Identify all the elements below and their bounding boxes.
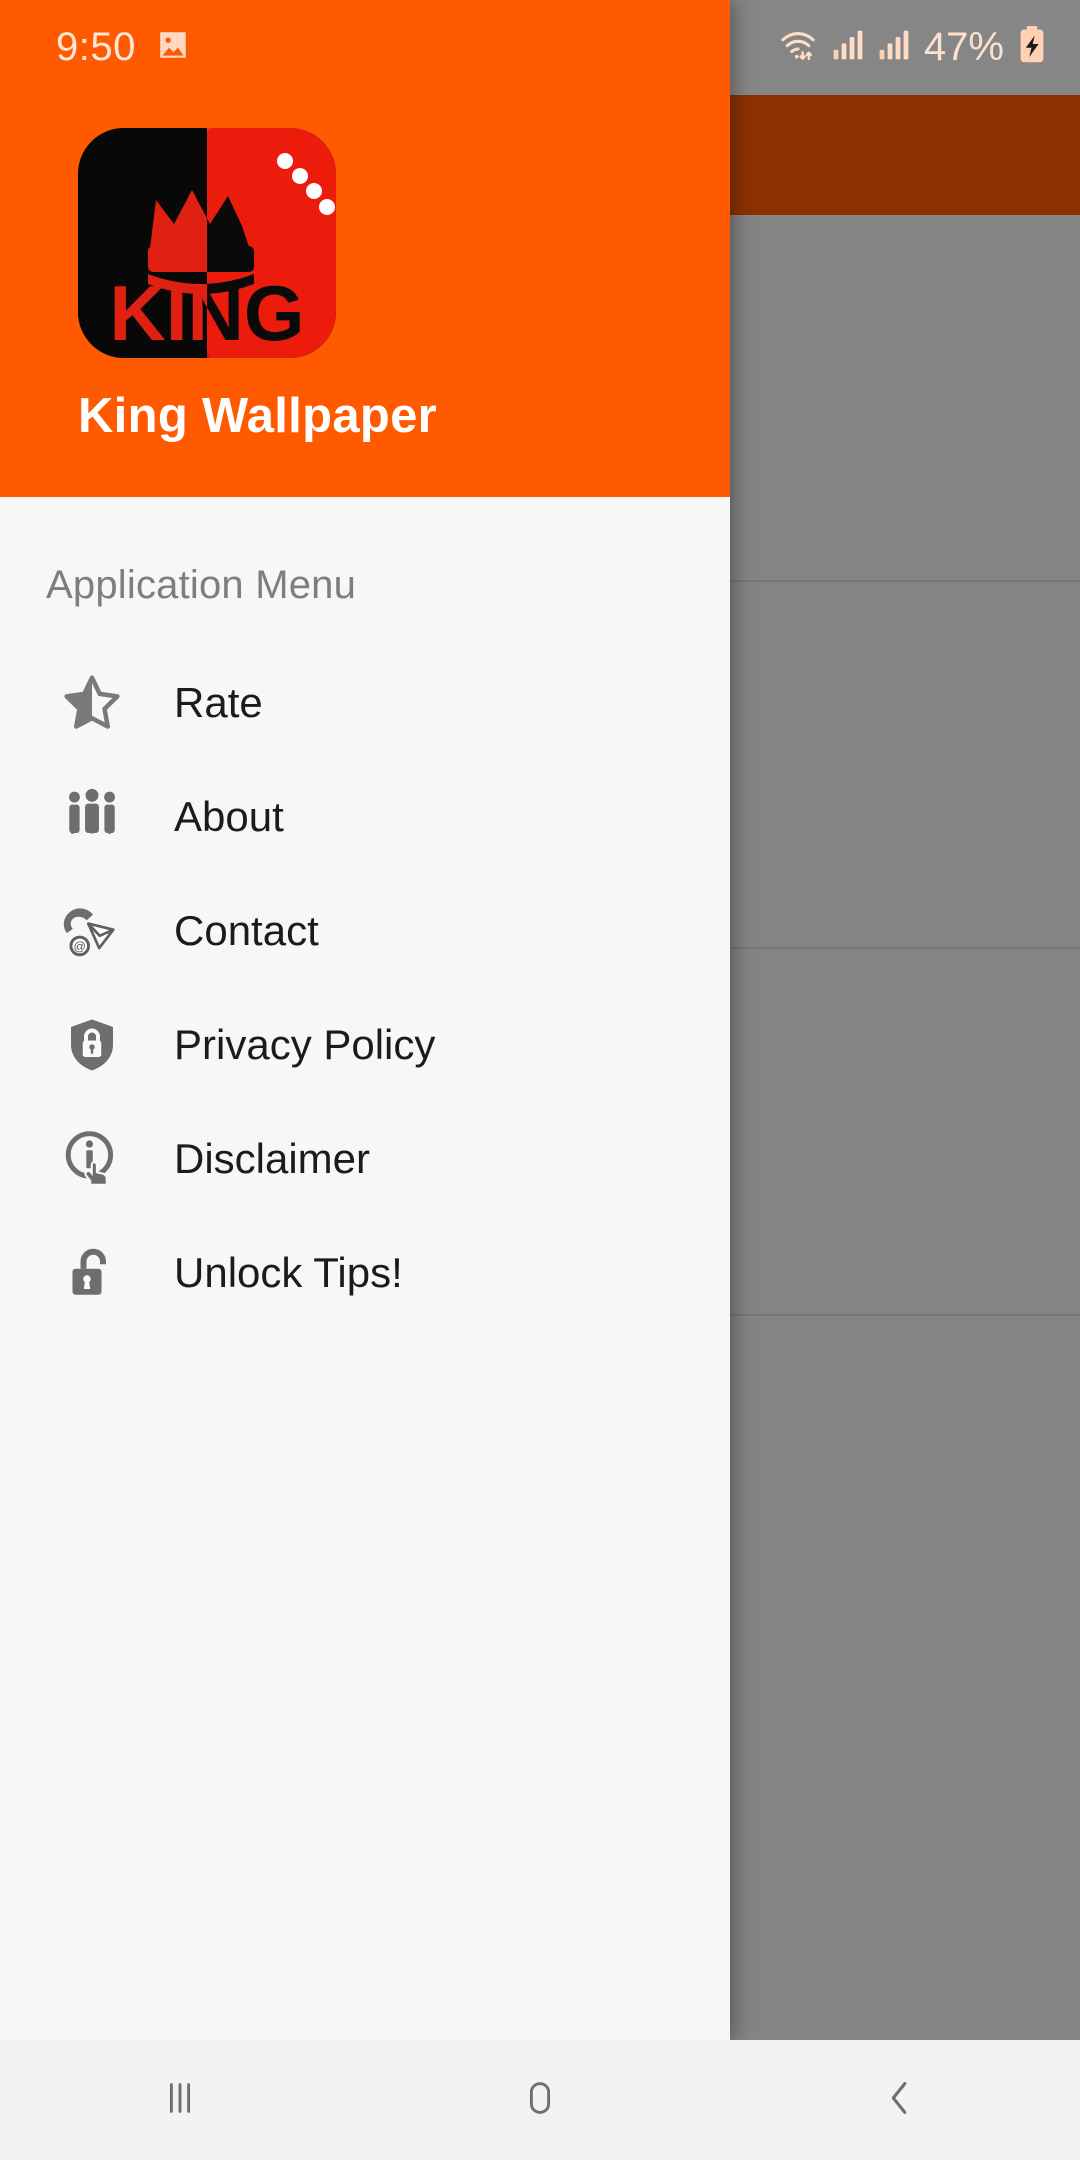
menu-item-label: Disclaimer (174, 1135, 371, 1182)
svg-text:@: @ (74, 939, 86, 953)
menu-section-title: Application Menu (46, 563, 357, 607)
drawer-menu-list: Rate About @ Contact Privacy Policy Disc… (0, 646, 730, 1330)
recents-button[interactable] (0, 2075, 360, 2126)
star-half-icon (58, 669, 126, 737)
phone-screen: HD King Gallery 4 (0, 0, 1080, 2160)
system-navigation-bar (0, 2040, 1080, 2160)
menu-item-contact[interactable]: @ Contact (0, 874, 730, 988)
back-icon (877, 2075, 923, 2126)
navigation-drawer: KING KING King Wallpaper Application Men… (0, 0, 730, 2040)
menu-item-disclaimer[interactable]: Disclaimer (0, 1102, 730, 1216)
menu-item-about[interactable]: About (0, 760, 730, 874)
drawer-header: KING KING King Wallpaper (0, 0, 730, 497)
menu-item-privacy-policy[interactable]: Privacy Policy (0, 988, 730, 1102)
menu-item-label: Rate (174, 679, 263, 726)
phone-envelope-at-icon: @ (58, 897, 126, 965)
menu-item-label: Unlock Tips! (174, 1249, 403, 1296)
menu-item-label: Privacy Policy (174, 1021, 436, 1068)
home-button[interactable] (360, 2075, 720, 2126)
shield-lock-icon (58, 1011, 126, 1079)
unlock-icon (58, 1239, 126, 1307)
drawer-app-title: King Wallpaper (78, 389, 438, 443)
menu-item-rate[interactable]: Rate (0, 646, 730, 760)
people-group-icon (58, 783, 126, 851)
menu-item-label: Contact (174, 907, 319, 954)
back-button[interactable] (720, 2075, 1080, 2126)
info-circle-hand-icon (58, 1125, 126, 1193)
app-logo: KING KING (78, 128, 336, 358)
recents-icon (157, 2075, 203, 2126)
logo-king-crown-icon: KING KING (110, 153, 335, 357)
home-icon (517, 2075, 563, 2126)
menu-item-label: About (174, 793, 284, 840)
menu-item-unlock-tips[interactable]: Unlock Tips! (0, 1216, 730, 1330)
